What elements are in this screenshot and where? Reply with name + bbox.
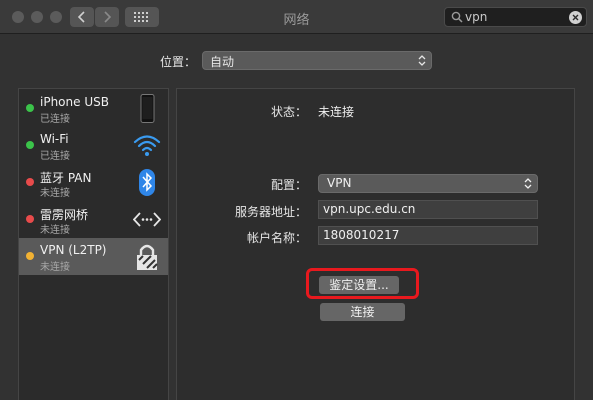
service-item-wifi[interactable]: Wi-Fi 已连接: [19, 127, 168, 164]
status-dot: [26, 104, 34, 112]
location-label: 位置：: [160, 55, 197, 69]
iphone-icon: [140, 94, 155, 123]
service-name: Wi-Fi: [40, 132, 69, 146]
service-item-vpn-l2tp[interactable]: VPN (L2TP) 未连接: [19, 238, 168, 275]
service-list: iPhone USB 已连接 Wi-Fi 已连接 蓝牙 PAN 未连接 雷雳网桥…: [18, 88, 169, 400]
service-item-iphone-usb[interactable]: iPhone USB 已连接: [19, 90, 168, 127]
account-name-label: 帐户名称：: [246, 231, 307, 245]
config-select[interactable]: VPN: [318, 174, 538, 193]
status-dot: [26, 215, 34, 223]
service-status: 已连接: [40, 151, 70, 162]
search-input[interactable]: [465, 9, 565, 25]
server-address-field[interactable]: vpn.upc.edu.cn: [318, 200, 538, 219]
service-status: 未连接: [40, 188, 70, 199]
config-label: 配置：: [270, 178, 307, 192]
clear-search-button[interactable]: [569, 11, 582, 24]
service-status: 已连接: [40, 114, 70, 125]
config-value: VPN: [327, 176, 352, 190]
service-item-thunderbolt-bridge[interactable]: 雷雳网桥 未连接: [19, 201, 168, 238]
status-dot: [26, 252, 34, 260]
location-select[interactable]: 自动: [202, 51, 432, 70]
title-bar: 网络: [0, 0, 593, 34]
thunderbolt-bridge-icon: [133, 212, 161, 227]
status-label: 状态：: [270, 105, 307, 119]
search-icon: [451, 11, 463, 23]
chevron-up-down-icon: [418, 55, 426, 66]
service-status: 未连接: [40, 262, 70, 273]
location-value: 自动: [210, 55, 235, 69]
service-name: VPN (L2TP): [40, 243, 107, 257]
status-value: 未连接: [318, 105, 355, 119]
account-name-field[interactable]: 1808010217: [318, 226, 538, 245]
service-status: 未连接: [40, 225, 70, 236]
wifi-icon: [133, 135, 161, 156]
bluetooth-icon: [139, 169, 155, 196]
search-field[interactable]: [444, 7, 587, 27]
server-address-label: 服务器地址：: [234, 205, 307, 219]
highlight-annotation: [306, 268, 419, 299]
connect-button[interactable]: 连接: [320, 303, 405, 321]
service-name: iPhone USB: [40, 95, 109, 109]
status-dot: [26, 178, 34, 186]
close-icon: [572, 14, 579, 21]
status-dot: [26, 141, 34, 149]
service-item-bluetooth-pan[interactable]: 蓝牙 PAN 未连接: [19, 164, 168, 201]
chevron-up-down-icon: [524, 178, 532, 189]
lock-icon: [137, 244, 158, 270]
